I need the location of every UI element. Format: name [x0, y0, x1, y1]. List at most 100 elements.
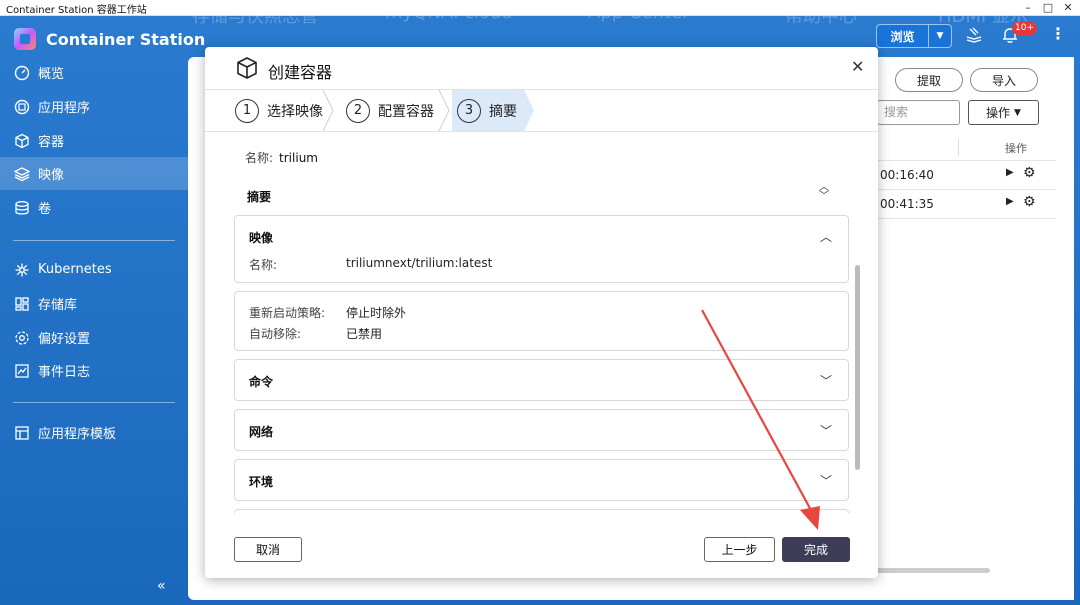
- sidebar-item-preferences[interactable]: 偏好设置: [0, 321, 188, 354]
- chevron-down-icon[interactable]: ﹀: [820, 372, 832, 389]
- step-select-image[interactable]: 1 选择映像: [235, 90, 323, 131]
- field-key: 名称:: [249, 258, 278, 272]
- step-summary[interactable]: 3 摘要: [457, 90, 517, 131]
- pull-button[interactable]: 提取: [895, 68, 963, 92]
- sidebar-item-apps[interactable]: 应用程序: [0, 90, 188, 123]
- cancel-button[interactable]: 取消: [234, 537, 302, 562]
- sidebar-item-event-log[interactable]: 事件日志: [0, 354, 188, 387]
- sidebar-item-volumes[interactable]: 卷: [0, 191, 188, 224]
- sidebar-item-images[interactable]: 映像: [0, 157, 188, 190]
- dialog-title: 创建容器: [268, 63, 333, 82]
- stack-icon[interactable]: [965, 26, 983, 48]
- summary-content: 名称: trilium 摘要 ︿ ﹀ 映像 ︿ 名称: triliumnext/tr…: [205, 133, 878, 513]
- browse-split-button[interactable]: 浏览 ▼: [876, 24, 952, 48]
- section-title: 映像: [249, 231, 274, 245]
- finish-button[interactable]: 完成: [782, 537, 850, 562]
- horizontal-scrollbar[interactable]: [870, 568, 990, 573]
- more-menu-icon[interactable]: ⋮: [1050, 24, 1066, 43]
- window-title: Container Station 容器工作站: [6, 5, 147, 16]
- kubernetes-icon: [13, 261, 30, 278]
- dialog-header: 创建容器 ✕: [205, 47, 878, 89]
- table-row[interactable]: 00:41:35 ▶ ⚙: [878, 190, 1056, 219]
- sidebar-divider: [13, 402, 175, 403]
- log-icon: [13, 362, 30, 379]
- name-label: 名称:: [245, 151, 274, 165]
- kv-row: 自动移除: 已禁用: [249, 325, 382, 342]
- previous-button[interactable]: 上一步: [704, 537, 775, 562]
- app-brand: Container Station: [14, 28, 205, 50]
- chevron-down-icon[interactable]: ﹀: [820, 472, 832, 489]
- sidebar-item-label: 映像: [38, 168, 65, 183]
- browse-button[interactable]: 浏览: [877, 25, 929, 47]
- ghost-menu-item: myQNAPcloud: [385, 2, 513, 23]
- image-section: 映像 ︿ 名称: triliumnext/trilium:latest: [234, 215, 849, 283]
- chevron-up-icon[interactable]: ︿: [820, 228, 832, 245]
- step-chevron: [322, 90, 334, 131]
- gear-icon[interactable]: ⚙: [1023, 165, 1036, 181]
- sidebar-item-label: 应用程序模板: [38, 427, 117, 442]
- sidebar-item-label: 卷: [38, 202, 52, 217]
- create-container-dialog: 创建容器 ✕ 1 选择映像 2 配置容器 3 摘要 名称: trilium 摘要 …: [205, 47, 878, 578]
- notification-badge: 10+: [1012, 22, 1037, 35]
- chevron-down-icon[interactable]: ﹀: [820, 422, 832, 439]
- wizard-steps: 1 选择映像 2 配置容器 3 摘要: [205, 89, 878, 132]
- dialog-footer: 取消 上一步 完成: [205, 524, 878, 578]
- step-number: 2: [346, 98, 370, 123]
- section-title: 命令: [249, 375, 274, 389]
- created-time: 00:41:35: [880, 197, 934, 211]
- sidebar-item-label: 容器: [38, 135, 65, 150]
- expand-collapse-all-icon[interactable]: ︿ ﹀: [819, 183, 829, 202]
- apps-icon: [13, 98, 30, 115]
- gear-icon[interactable]: ⚙: [1023, 194, 1036, 210]
- play-icon[interactable]: ▶: [1006, 167, 1014, 178]
- field-value: triliumnext/trilium:latest: [346, 256, 493, 270]
- environment-section[interactable]: 环境 ﹀: [234, 459, 849, 501]
- sidebar-divider: [13, 240, 175, 241]
- column-separator: [958, 139, 959, 156]
- sidebar-item-overview[interactable]: 概览: [0, 56, 188, 89]
- network-section[interactable]: 网络 ﹀: [234, 409, 849, 451]
- settings-icon: [13, 329, 30, 346]
- operations-label: 操作: [986, 106, 1011, 120]
- sidebar-item-label: Kubernetes: [38, 262, 112, 277]
- close-window-button[interactable]: ✕: [1060, 0, 1076, 15]
- caret-down-icon: ▼: [1014, 107, 1021, 118]
- command-section[interactable]: 命令 ﹀: [234, 359, 849, 401]
- step-chevron: [438, 90, 450, 131]
- step-label: 摘要: [489, 103, 517, 120]
- ghost-menu-item: 存储与快照总管: [192, 6, 318, 27]
- section-title: 环境: [249, 475, 274, 489]
- search-input[interactable]: 搜索: [877, 100, 960, 125]
- step-label: 选择映像: [267, 103, 323, 120]
- cube-icon: [235, 56, 259, 80]
- step-label: 配置容器: [378, 103, 434, 120]
- import-button[interactable]: 导入: [970, 68, 1038, 92]
- close-icon[interactable]: ✕: [851, 57, 864, 76]
- ghost-menu-item: App Center: [588, 2, 690, 23]
- sidebar-item-containers[interactable]: 容器: [0, 124, 188, 157]
- sidebar-item-kubernetes[interactable]: Kubernetes: [0, 253, 188, 286]
- app-name: Container Station: [46, 29, 206, 49]
- maximize-button[interactable]: □: [1040, 0, 1056, 15]
- sidebar-item-label: 存储库: [38, 298, 78, 313]
- section-title: 网络: [249, 425, 274, 439]
- table-row[interactable]: 00:16:40 ▶ ⚙: [878, 161, 1056, 190]
- cube-icon: [13, 132, 30, 149]
- window-titlebar: Container Station 容器工作站 – □ ✕: [0, 0, 1080, 16]
- ghost-menu-item: 帮助中心: [785, 6, 857, 27]
- browse-dropdown-icon[interactable]: ▼: [929, 25, 951, 47]
- kv-row: 重新启动策略: 停止时除外: [249, 304, 406, 321]
- collapse-sidebar-button[interactable]: «: [157, 578, 166, 594]
- sidebar-item-label: 概览: [38, 67, 65, 82]
- play-icon[interactable]: ▶: [1006, 196, 1014, 207]
- field-value: 已禁用: [346, 327, 383, 341]
- sidebar-item-registry[interactable]: 存储库: [0, 287, 188, 320]
- vertical-scrollbar[interactable]: [855, 265, 860, 470]
- container-station-logo: [14, 28, 36, 50]
- template-icon: [13, 424, 30, 441]
- operations-dropdown[interactable]: 操作 ▼: [968, 100, 1039, 125]
- step-configure-container[interactable]: 2 配置容器: [346, 90, 434, 131]
- sidebar-item-app-templates[interactable]: 应用程序模板: [0, 416, 188, 449]
- column-header-ops: 操作: [1005, 142, 1027, 155]
- field-value: 停止时除外: [346, 306, 407, 320]
